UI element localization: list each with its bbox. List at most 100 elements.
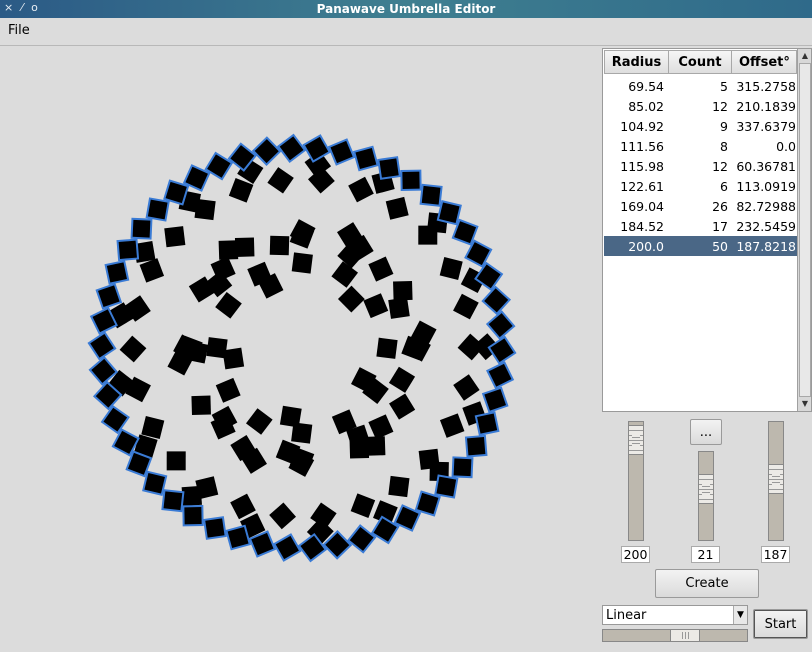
table-cell-radius: 184.52 (620, 218, 664, 234)
easing-select[interactable]: Linear ▼ (602, 605, 748, 625)
table-cell-count: 12 (712, 98, 728, 114)
selected-ring-square (203, 516, 227, 540)
table-cell-offset: 187.8218 (736, 238, 796, 254)
table-row[interactable]: 184.52 17 232.5459 (604, 216, 798, 236)
table-cell-radius: 122.61 (620, 178, 664, 194)
table-cell-radius: 200.0 (628, 238, 664, 254)
selected-ring-square (464, 434, 488, 458)
ring-square (164, 226, 186, 248)
table-body: 69.54 5 315.2758 85.02 12 210.1839 104.92 9 337.… (604, 76, 798, 256)
ring-square (388, 475, 410, 498)
table-cell-offset: 82.72988 (736, 198, 796, 214)
ring-square (206, 337, 228, 359)
selected-ring-square (419, 183, 443, 207)
table-row[interactable]: 104.92 9 337.6379 (604, 116, 798, 136)
table-cell-offset: 210.1839 (736, 98, 796, 114)
menu-bar: File (0, 18, 812, 46)
selected-ring-square (434, 474, 459, 499)
table-cell-offset: 232.5459 (736, 218, 796, 234)
ring-square (191, 395, 211, 416)
selected-ring-square (104, 259, 130, 285)
table-cell-count: 5 (720, 78, 728, 94)
table-cell-offset: 60.36781 (736, 158, 796, 174)
table-row[interactable]: 169.04 26 82.72988 (604, 196, 798, 216)
table-cell-count: 17 (712, 218, 728, 234)
table-row[interactable]: 85.02 12 210.1839 (604, 96, 798, 116)
count-slider[interactable] (698, 451, 714, 541)
selected-ring-square (142, 470, 168, 496)
table-row[interactable]: 200.0 50 187.8218 (604, 236, 798, 256)
selected-ring-square (161, 489, 185, 513)
rings-table[interactable]: Radius Count Offset° 69.54 5 315.2758 85.02… (602, 48, 812, 412)
window-title: Panawave Umbrella Editor (316, 2, 496, 16)
column-header-radius[interactable]: Radius (604, 50, 669, 74)
selected-ring-square (163, 179, 190, 206)
radius-slider[interactable] (628, 421, 644, 541)
ring-square (393, 280, 413, 301)
table-row[interactable]: 111.56 8 0.0 (604, 136, 798, 156)
speed-slider-handle[interactable] (670, 629, 701, 642)
table-header: Radius Count Offset° (604, 50, 797, 74)
menu-file[interactable]: File (8, 23, 30, 38)
selected-ring-square (116, 238, 140, 262)
speed-slider[interactable] (602, 629, 748, 642)
ring-square (269, 235, 290, 256)
ring-square (291, 252, 313, 274)
table-cell-offset: 337.6379 (736, 118, 796, 134)
selected-ring-square (225, 524, 252, 551)
column-header-offset[interactable]: Offset° (731, 50, 797, 74)
pin-icon[interactable]: ⁄ (21, 1, 23, 14)
table-cell-radius: 69.54 (628, 78, 664, 94)
title-bar: × ⁄ o Panawave Umbrella Editor (0, 0, 812, 18)
selected-ring-square (451, 456, 474, 479)
table-cell-radius: 169.04 (620, 198, 664, 214)
radius-slider-handle[interactable] (628, 424, 644, 455)
minimize-icon[interactable]: o (31, 1, 38, 14)
count-slider-handle[interactable] (698, 474, 714, 505)
ring-square (166, 451, 186, 471)
table-row[interactable]: 122.61 6 113.0919 (604, 176, 798, 196)
close-icon[interactable]: × (4, 1, 13, 14)
selected-ring-square (400, 169, 422, 191)
ring-square (388, 297, 410, 319)
ring-square (181, 485, 202, 507)
selected-ring-square (145, 197, 170, 222)
table-cell-radius: 104.92 (620, 118, 664, 134)
table-cell-count: 8 (720, 138, 728, 154)
table-cell-count: 12 (712, 158, 728, 174)
table-cell-radius: 115.98 (620, 158, 664, 174)
table-cell-offset: 113.0919 (736, 178, 796, 194)
table-cell-count: 6 (720, 178, 728, 194)
radius-value-field[interactable]: 200 (621, 546, 650, 563)
selected-ring-square (436, 200, 462, 226)
offset-slider-handle[interactable] (768, 464, 784, 495)
scroll-up-icon[interactable]: ▲ (799, 50, 811, 62)
table-cell-offset: 0.0 (776, 138, 796, 154)
ring-square (218, 240, 239, 260)
offset-slider[interactable] (768, 421, 784, 541)
table-cell-offset: 315.2758 (736, 78, 796, 94)
ring-square (365, 436, 386, 456)
umbrella-canvas[interactable] (0, 47, 600, 650)
create-button[interactable]: Create (655, 569, 759, 598)
count-value-field[interactable]: 21 (691, 546, 720, 563)
offset-value-field[interactable]: 187 (761, 546, 790, 563)
start-button[interactable]: Start (753, 609, 808, 639)
table-row[interactable]: 69.54 5 315.2758 (604, 76, 798, 96)
selected-ring-square (352, 145, 379, 172)
table-row[interactable]: 115.98 12 60.36781 (604, 156, 798, 176)
table-cell-radius: 85.02 (628, 98, 664, 114)
ring-square (376, 337, 398, 359)
selected-ring-square (377, 156, 401, 180)
scroll-down-icon[interactable]: ▼ (799, 398, 811, 410)
more-options-button[interactable]: ... (690, 419, 722, 445)
table-cell-count: 26 (712, 198, 728, 214)
column-header-count[interactable]: Count (668, 50, 732, 74)
chevron-down-icon[interactable]: ▼ (733, 606, 747, 624)
table-cell-count: 50 (712, 238, 728, 254)
table-scrollbar[interactable]: ▲ ▼ (797, 49, 811, 411)
scrollbar-thumb[interactable] (799, 63, 811, 397)
selected-ring-square (182, 505, 204, 527)
selected-ring-square (474, 411, 500, 437)
table-cell-radius: 111.56 (620, 138, 664, 154)
